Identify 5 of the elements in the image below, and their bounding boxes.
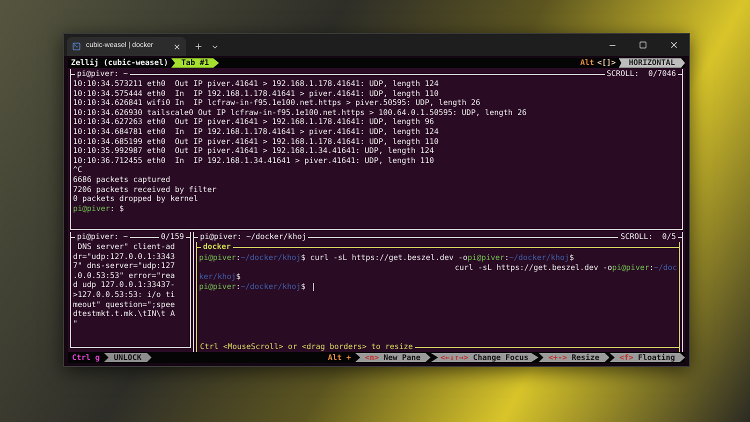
maximize-icon[interactable] <box>639 41 647 49</box>
close-icon[interactable] <box>669 40 679 50</box>
close-icon[interactable] <box>173 42 181 50</box>
terminal-icon <box>72 42 81 51</box>
add-tab-icon[interactable] <box>194 42 203 51</box>
